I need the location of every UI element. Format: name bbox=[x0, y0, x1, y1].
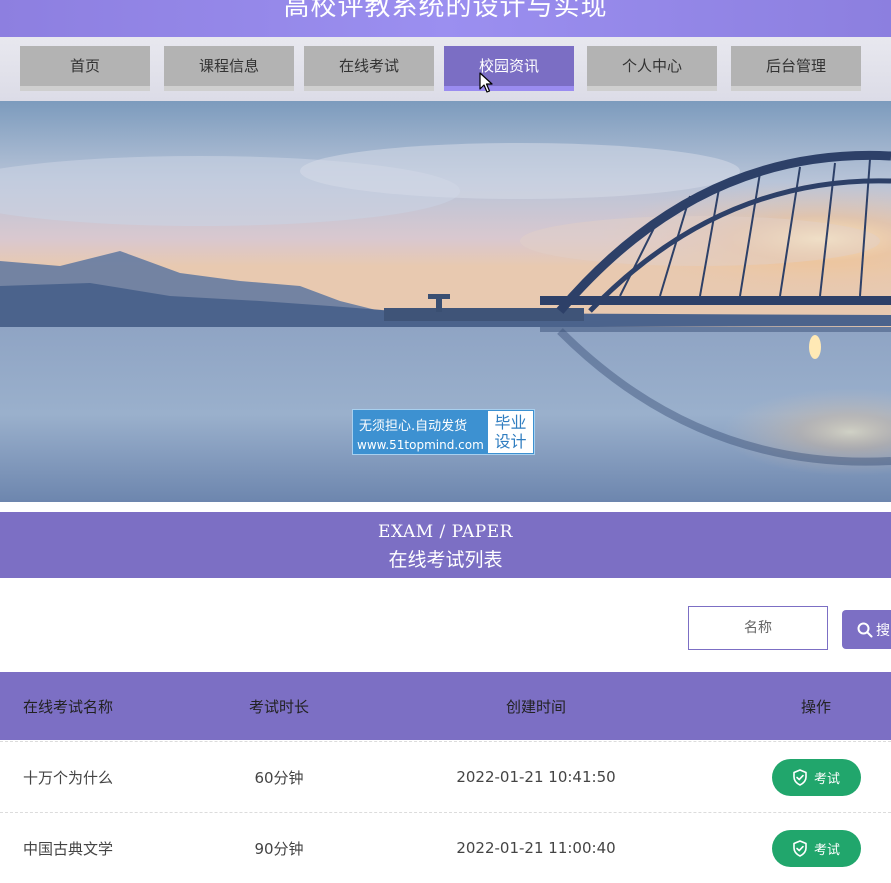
exam-created-time: 2022-01-21 10:41:50 bbox=[456, 768, 616, 786]
search-input[interactable] bbox=[688, 606, 828, 650]
take-exam-label: 考试 bbox=[813, 842, 840, 858]
search-icon bbox=[857, 622, 873, 638]
shield-check-icon bbox=[793, 839, 807, 857]
exam-name: 十万个为什么 bbox=[23, 768, 114, 787]
nav-item-personal-center[interactable]: 个人中心 bbox=[587, 46, 717, 91]
nav-item-online-exam[interactable]: 在线考试 bbox=[304, 46, 434, 91]
search-button[interactable]: 搜 bbox=[842, 610, 891, 649]
site-header: 高校评教系统的设计与实现 bbox=[0, 0, 891, 37]
take-exam-button[interactable]: 考试 bbox=[771, 829, 861, 867]
shield-check-icon bbox=[793, 768, 807, 786]
search-button-label: 搜 bbox=[876, 623, 890, 639]
column-header-created: 创建时间 bbox=[505, 697, 566, 716]
exam-duration: 90分钟 bbox=[254, 839, 304, 858]
watermark-line-1: 无须担心.自动发货 bbox=[359, 419, 468, 434]
nav-item-home[interactable]: 首页 bbox=[20, 46, 150, 91]
column-header-duration: 考试时长 bbox=[248, 697, 309, 716]
main-nav: 首页 课程信息 在线考试 校园资讯 个人中心 后台管理 bbox=[0, 37, 891, 101]
watermark-badge: 毕业 设计 bbox=[488, 411, 533, 453]
column-header-action: 操作 bbox=[800, 697, 831, 716]
take-exam-button[interactable]: 考试 bbox=[771, 758, 861, 796]
nav-item-campus-news[interactable]: 校园资讯 bbox=[444, 46, 574, 91]
exam-name: 中国古典文学 bbox=[23, 839, 114, 858]
exam-created-time: 2022-01-21 11:00:40 bbox=[456, 839, 616, 857]
site-title: 高校评教系统的设计与实现 bbox=[283, 0, 608, 22]
section-title-en: EXAM / PAPER bbox=[378, 522, 513, 542]
watermark-line-2: www.51topmind.com bbox=[357, 438, 484, 452]
section-title-cn: 在线考试列表 bbox=[388, 549, 503, 571]
take-exam-label: 考试 bbox=[813, 771, 840, 787]
watermark-logo: 无须担心.自动发货 www.51topmind.com 毕业 设计 bbox=[352, 409, 535, 455]
table-header: 在线考试名称 考试时长 创建时间 操作 bbox=[0, 672, 891, 740]
exam-duration: 60分钟 bbox=[254, 768, 304, 787]
cursor-icon bbox=[479, 72, 493, 93]
section-header: EXAM / PAPER 在线考试列表 bbox=[0, 512, 891, 578]
nav-item-admin[interactable]: 后台管理 bbox=[731, 46, 861, 91]
nav-item-course-info[interactable]: 课程信息 bbox=[164, 46, 294, 91]
column-header-name: 在线考试名称 bbox=[23, 697, 114, 716]
table-row: 中国古典文学 90分钟 2022-01-21 11:00:40 考试 bbox=[0, 812, 891, 883]
table-row: 十万个为什么 60分钟 2022-01-21 10:41:50 考试 bbox=[0, 741, 891, 812]
